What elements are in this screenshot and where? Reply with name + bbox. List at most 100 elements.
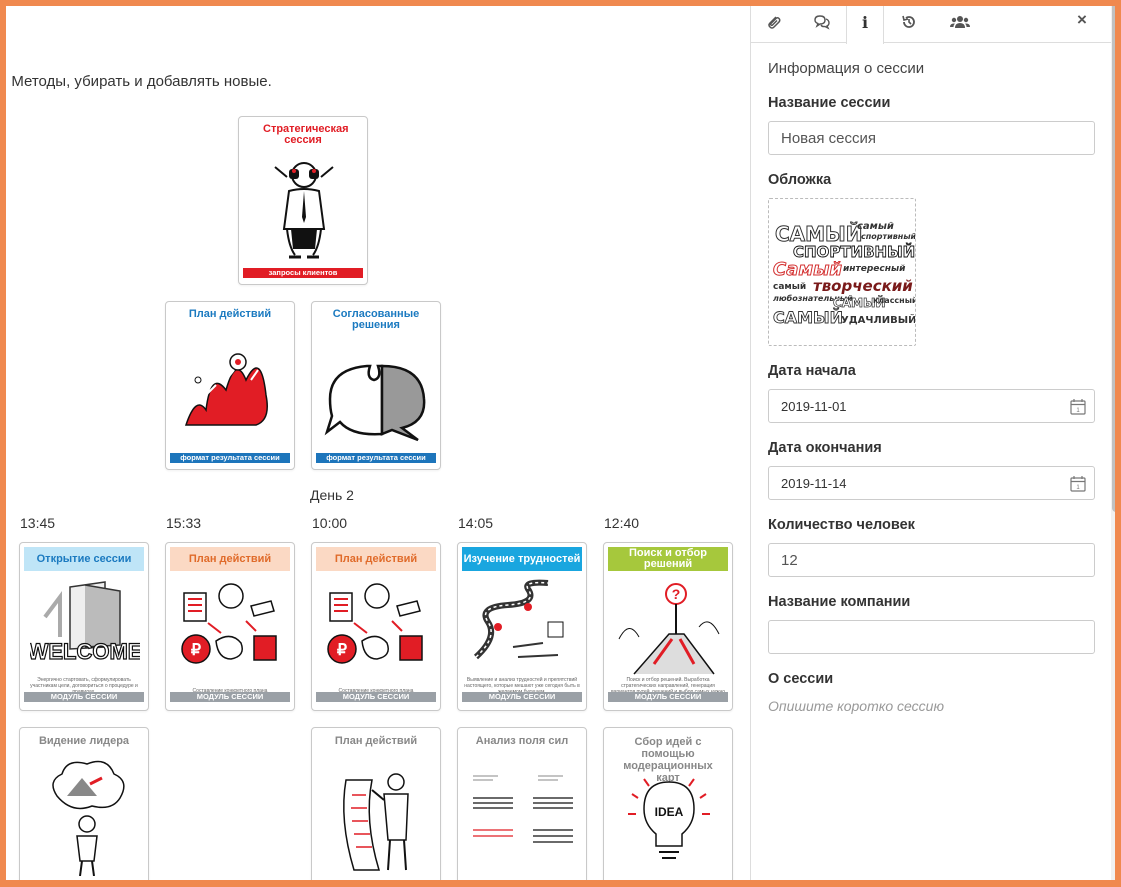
plan-flow-illustration: ₽	[327, 583, 423, 664]
company-name-input[interactable]	[768, 620, 1095, 654]
tab-info[interactable]: i	[846, 0, 884, 44]
close-icon[interactable]: ×	[1077, 10, 1087, 30]
card-footer: запросы клиентов	[243, 268, 363, 278]
man-with-binoculars-illustration	[274, 162, 334, 259]
paperclip-icon	[768, 15, 781, 29]
module-card-partial[interactable]	[0, 542, 3, 711]
card-title: Поиск и отбор решений	[608, 547, 728, 571]
end-date-label: Дата окончания	[768, 440, 882, 456]
card-title: Видение лидера	[38, 735, 130, 747]
about-session-textarea[interactable]: Опишите коротко сессию	[768, 698, 944, 714]
card-footer: МОДУЛЬ СЕССИИ	[608, 692, 728, 702]
info-icon: i	[861, 12, 869, 32]
svg-text:интересный: интересный	[843, 264, 906, 274]
start-date-input[interactable]: 2019-11-01 1	[768, 389, 1095, 423]
question-crossroads-illustration: ?	[618, 583, 720, 675]
history-icon	[902, 15, 915, 28]
start-date-value: 2019-11-01	[781, 398, 847, 414]
result-card-agreed-decisions[interactable]: Согласованные решения формат результата …	[311, 301, 441, 470]
red-arrows-illustration	[184, 353, 268, 426]
card-footer: МОДУЛЬ СЕССИИ	[316, 692, 436, 702]
svg-text:₽: ₽	[191, 642, 201, 659]
card-title: Согласованные решения	[332, 308, 420, 331]
section-title: Информация о сессии	[768, 60, 925, 77]
svg-text:самый: самый	[857, 221, 894, 232]
card-title: План действий	[316, 547, 436, 571]
idea-bulb-illustration: IDEA	[628, 778, 710, 859]
time-label: 12:40	[604, 515, 640, 531]
card-title: Стратегическая сессия	[263, 123, 349, 146]
svg-text:₽: ₽	[337, 642, 347, 659]
thinking-leader-illustration	[52, 760, 125, 876]
module-card-action-plan[interactable]: План действий ₽ Составление конкретного …	[165, 542, 295, 711]
time-label: 13:45	[20, 515, 56, 531]
svg-text:классный: классный	[873, 296, 916, 305]
module-card-solutions[interactable]: Поиск и отбор решений ? Поиск и отбор ре…	[603, 542, 733, 711]
module-card-difficulties[interactable]: Изучение трудностей Выявление и анализ т…	[457, 542, 587, 711]
start-date-label: Дата начала	[768, 363, 856, 379]
svg-text:1: 1	[1076, 485, 1080, 491]
card-footer: МОДУЛЬ СЕССИИ	[24, 692, 144, 702]
tab-history[interactable]	[890, 0, 928, 43]
panel-scrollbar[interactable]	[1111, 0, 1121, 887]
card-leader-vision[interactable]: Видение лидера	[19, 727, 149, 887]
svg-text:самый: самый	[773, 282, 806, 292]
calendar-icon[interactable]: 1	[1070, 398, 1086, 415]
module-card-partial[interactable]	[0, 727, 3, 887]
card-title: Изучение трудностей	[462, 547, 582, 571]
card-footer: МОДУЛЬ СЕССИИ	[462, 692, 582, 702]
session-info-panel: i × Информация о сессии Название сессии …	[750, 0, 1121, 887]
card-title: Анализ поля сил	[475, 735, 569, 747]
cover-label: Обложка	[768, 172, 832, 188]
module-card-action-plan-2[interactable]: План действий ₽ Составление конкретного …	[311, 542, 441, 711]
comments-icon	[814, 14, 830, 30]
tab-comments[interactable]	[803, 0, 841, 43]
plan-flow-illustration: ₽	[181, 583, 277, 664]
card-footer: МОДУЛЬ СЕССИИ	[170, 692, 290, 702]
card-title: План действий	[170, 547, 290, 571]
force-field-arrows-illustration	[473, 775, 573, 843]
session-name-input[interactable]: Новая сессия	[768, 121, 1095, 155]
day-label: День 2	[310, 487, 354, 503]
tab-attachments[interactable]	[755, 0, 793, 43]
end-date-value: 2019-11-14	[781, 475, 847, 491]
panel-tabs: i ×	[751, 0, 1111, 44]
svg-text:спортивный: спортивный	[861, 232, 916, 241]
card-footer: формат результата сессии	[316, 453, 436, 463]
scrollbar-thumb[interactable]	[1112, 2, 1120, 512]
time-label: 14:05	[458, 515, 494, 531]
svg-text:УДАЧЛИВЫЙ: УДАЧЛИВЫЙ	[841, 313, 916, 326]
users-icon	[950, 15, 970, 28]
card-title: Открытие сессии	[24, 547, 144, 571]
module-card-opening[interactable]: Открытие сессии WELCOME Энергично старто…	[19, 542, 149, 711]
card-action-plan-3[interactable]: План действий	[311, 727, 441, 887]
people-count-input[interactable]: 12	[768, 543, 1095, 577]
puzzle-speech-illustration	[324, 364, 426, 442]
card-footer: формат результата сессии	[170, 453, 290, 463]
end-date-input[interactable]: 2019-11-14 1	[768, 466, 1095, 500]
card-force-field[interactable]: Анализ поля сил	[457, 727, 587, 887]
intro-text: , Методы, убирать и добавлять новые.	[3, 73, 272, 90]
svg-text:?: ?	[672, 586, 681, 602]
time-label: 10:00	[312, 515, 348, 531]
svg-text:1: 1	[1076, 408, 1080, 414]
result-card-action-plan[interactable]: План действий формат результата сессии	[165, 301, 295, 470]
company-name-label: Название компании	[768, 594, 911, 610]
about-session-label: О сессии	[768, 671, 834, 687]
winding-road-illustration	[473, 579, 564, 660]
man-with-scroll-illustration	[343, 773, 409, 871]
cover-lettering-image: САМЫЙ самый спортивный СПОРТИВНЫЙ Самый …	[773, 221, 916, 327]
time-label: 15:33	[166, 515, 202, 531]
session-name-label: Название сессии	[768, 95, 891, 111]
people-count-label: Количество человек	[768, 517, 915, 533]
svg-text:IDEA: IDEA	[655, 805, 684, 819]
session-canvas[interactable]: , Методы, убирать и добавлять новые. Стр…	[0, 0, 750, 887]
cover-image[interactable]: САМЫЙ самый спортивный СПОРТИВНЫЙ Самый …	[768, 198, 916, 346]
svg-text:САМЫЙ: САМЫЙ	[773, 308, 843, 327]
tab-participants[interactable]	[941, 0, 979, 43]
strategic-session-card[interactable]: Стратегическая сессия запросы клиентов	[238, 116, 368, 285]
card-idea-collection[interactable]: Сбор идей с помощью модерационных карт I…	[603, 727, 733, 887]
card-title: План действий	[188, 308, 272, 320]
calendar-icon[interactable]: 1	[1070, 475, 1086, 492]
welcome-door-illustration: WELCOME	[30, 581, 140, 665]
